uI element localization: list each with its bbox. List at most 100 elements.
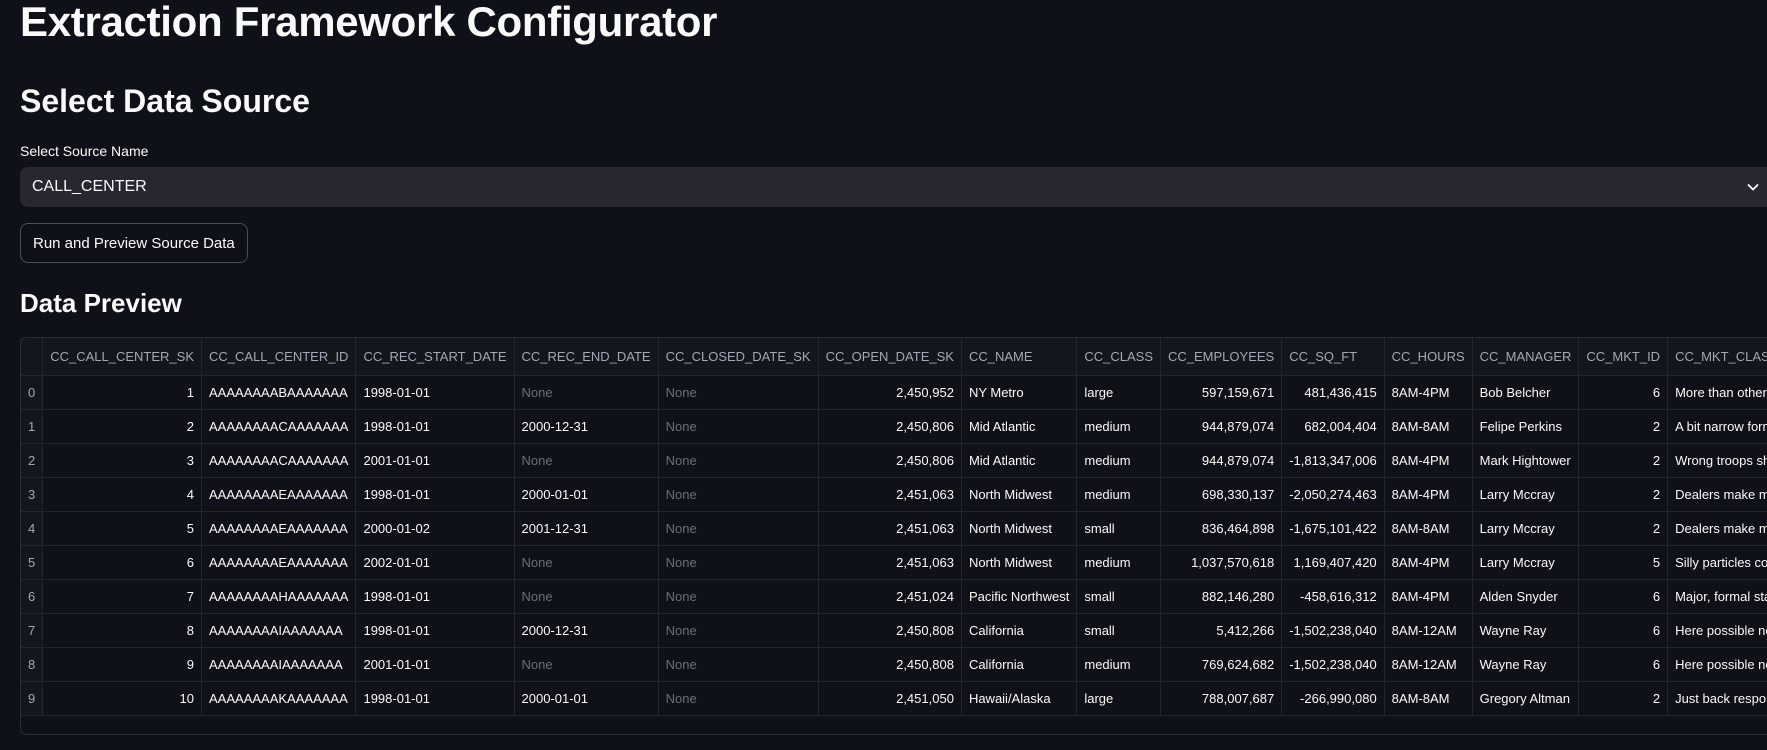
table-cell[interactable]: Silly particles could pro [1667,545,1767,580]
table-cell[interactable]: None [658,647,819,682]
source-name-select[interactable]: CALL_CENTER [20,167,1767,207]
table-cell[interactable]: 10 [42,681,203,716]
column-header[interactable]: CC_CLASS [1076,338,1161,376]
table-cell[interactable]: Mid Atlantic [961,409,1078,444]
table-cell[interactable]: Major, formal states can supp [1667,579,1767,614]
table-cell[interactable]: Here possible notions arrive [1667,613,1767,648]
table-cell[interactable]: AAAAAAAACAAAAAAA [201,443,357,478]
table-row[interactable]: 4 5 AAAAAAAAEAAAAAAA 2000-01-02 2001-12-31 No… [21,511,1767,546]
table-cell[interactable]: North Midwest [961,477,1078,512]
table-cell[interactable]: medium [1076,443,1161,478]
table-cell[interactable]: 1998-01-01 [355,579,515,614]
table-cell[interactable]: 2,450,806 [818,409,962,444]
table-cell[interactable]: 2 [1578,409,1669,444]
table-cell[interactable]: AAAAAAAAEAAAAAAA [201,511,357,546]
table-cell[interactable]: 6 [1578,613,1669,648]
table-cell[interactable]: Dealers make most historica [1667,511,1767,546]
table-cell[interactable]: Hawaii/Alaska [961,681,1078,716]
table-row[interactable]: 2 3 AAAAAAAACAAAAAAA 2001-01-01 None None 2,45… [21,443,1767,478]
table-cell[interactable]: Larry Mccray [1472,545,1580,580]
table-cell[interactable]: Here possible notions arrive [1667,647,1767,682]
table-cell[interactable]: Wayne Ray [1472,647,1580,682]
table-cell[interactable]: 836,464,898 [1160,511,1283,546]
table-cell[interactable]: 2001-01-01 [355,443,515,478]
table-cell[interactable]: 8AM-8AM [1384,409,1473,444]
table-cell[interactable]: AAAAAAAABAAAAAAA [201,375,357,410]
table-cell[interactable]: 1998-01-01 [355,477,515,512]
table-cell[interactable]: large [1076,375,1161,410]
table-cell[interactable]: -1,675,101,422 [1281,511,1385,546]
table-cell[interactable]: 8AM-12AM [1384,613,1473,648]
column-header[interactable]: CC_HOURS [1384,338,1473,376]
table-cell[interactable]: North Midwest [961,545,1078,580]
table-cell[interactable]: Gregory Altman [1472,681,1580,716]
table-cell[interactable]: 8AM-4PM [1384,477,1473,512]
table-cell[interactable]: Alden Snyder [1472,579,1580,614]
table-cell[interactable]: North Midwest [961,511,1078,546]
table-cell[interactable]: 2000-01-01 [514,477,659,512]
table-cell[interactable]: None [658,545,819,580]
table-cell[interactable]: small [1076,511,1161,546]
table-cell[interactable]: medium [1076,647,1161,682]
table-cell[interactable]: 3 [42,443,203,478]
table-cell[interactable]: Larry Mccray [1472,477,1580,512]
column-header[interactable]: CC_CALL_CENTER_ID [201,338,357,376]
table-cell[interactable]: large [1076,681,1161,716]
table-cell[interactable]: More than other authori [1667,375,1767,410]
table-cell[interactable]: Mid Atlantic [961,443,1078,478]
column-header[interactable]: CC_REC_END_DATE [514,338,659,376]
column-header[interactable]: CC_MKT_CLASS [1667,338,1767,376]
table-cell[interactable]: AAAAAAAAIAAAAAAA [201,613,357,648]
table-cell[interactable]: 2 [1578,477,1669,512]
table-cell[interactable]: 8AM-4PM [1384,375,1473,410]
table-cell[interactable]: 6 [1578,579,1669,614]
table-cell[interactable]: 882,146,280 [1160,579,1283,614]
table-cell[interactable]: -1,502,238,040 [1281,647,1385,682]
table-cell[interactable]: 2,450,952 [818,375,962,410]
table-row[interactable]: 6 7 AAAAAAAAHAAAAAAA 1998-01-01 None None 2,45… [21,579,1767,614]
table-cell[interactable]: 1,037,570,618 [1160,545,1283,580]
row-index[interactable]: 2 [21,443,44,478]
table-cell[interactable]: Mark Hightower [1472,443,1580,478]
table-cell[interactable]: 2 [42,409,203,444]
table-cell[interactable]: 6 [1578,375,1669,410]
table-cell[interactable]: 698,330,137 [1160,477,1283,512]
table-row[interactable]: 8 9 AAAAAAAAIAAAAAAA 2001-01-01 None None 2,45… [21,647,1767,682]
table-cell[interactable]: None [658,681,819,716]
row-index[interactable]: 5 [21,545,44,580]
table-cell[interactable]: None [514,647,659,682]
row-index[interactable]: 0 [21,375,44,410]
column-header[interactable]: CC_NAME [961,338,1078,376]
column-header[interactable]: CC_EMPLOYEES [1160,338,1283,376]
table-row[interactable]: 3 4 AAAAAAAAEAAAAAAA 1998-01-01 2000-01-01 No… [21,477,1767,512]
table-cell[interactable]: NY Metro [961,375,1078,410]
table-cell[interactable]: 2,451,063 [818,545,962,580]
table-row[interactable]: 1 2 AAAAAAAACAAAAAAA 1998-01-01 2000-12-31 No… [21,409,1767,444]
table-cell[interactable]: AAAAAAAAEAAAAAAA [201,477,357,512]
table-cell[interactable]: None [658,409,819,444]
column-header[interactable]: CC_REC_START_DATE [355,338,515,376]
table-cell[interactable]: 2000-01-02 [355,511,515,546]
table-cell[interactable]: 6 [1578,647,1669,682]
table-cell[interactable]: Just back responses ought [1667,681,1767,716]
row-index[interactable]: 9 [21,681,44,716]
table-cell[interactable]: 2002-01-01 [355,545,515,580]
table-cell[interactable]: 2,451,050 [818,681,962,716]
table-cell[interactable]: California [961,613,1078,648]
row-index[interactable]: 1 [21,409,44,444]
table-cell[interactable]: 6 [42,545,203,580]
table-cell[interactable]: None [514,375,659,410]
table-cell[interactable]: None [658,375,819,410]
table-cell[interactable]: 1,169,407,420 [1281,545,1385,580]
column-header[interactable]: CC_MKT_ID [1578,338,1669,376]
table-cell[interactable]: None [514,545,659,580]
table-cell[interactable]: A bit narrow forms matter ar [1667,409,1767,444]
table-cell[interactable]: AAAAAAAAHAAAAAAA [201,579,357,614]
table-cell[interactable]: 2,450,806 [818,443,962,478]
index-header[interactable] [21,338,44,376]
table-cell[interactable]: 2,451,024 [818,579,962,614]
table-cell[interactable]: Larry Mccray [1472,511,1580,546]
table-row[interactable]: 0 1 AAAAAAAABAAAAAAA 1998-01-01 None None 2,45… [21,375,1767,410]
table-cell[interactable]: 7 [42,579,203,614]
column-header[interactable]: CC_OPEN_DATE_SK [818,338,962,376]
